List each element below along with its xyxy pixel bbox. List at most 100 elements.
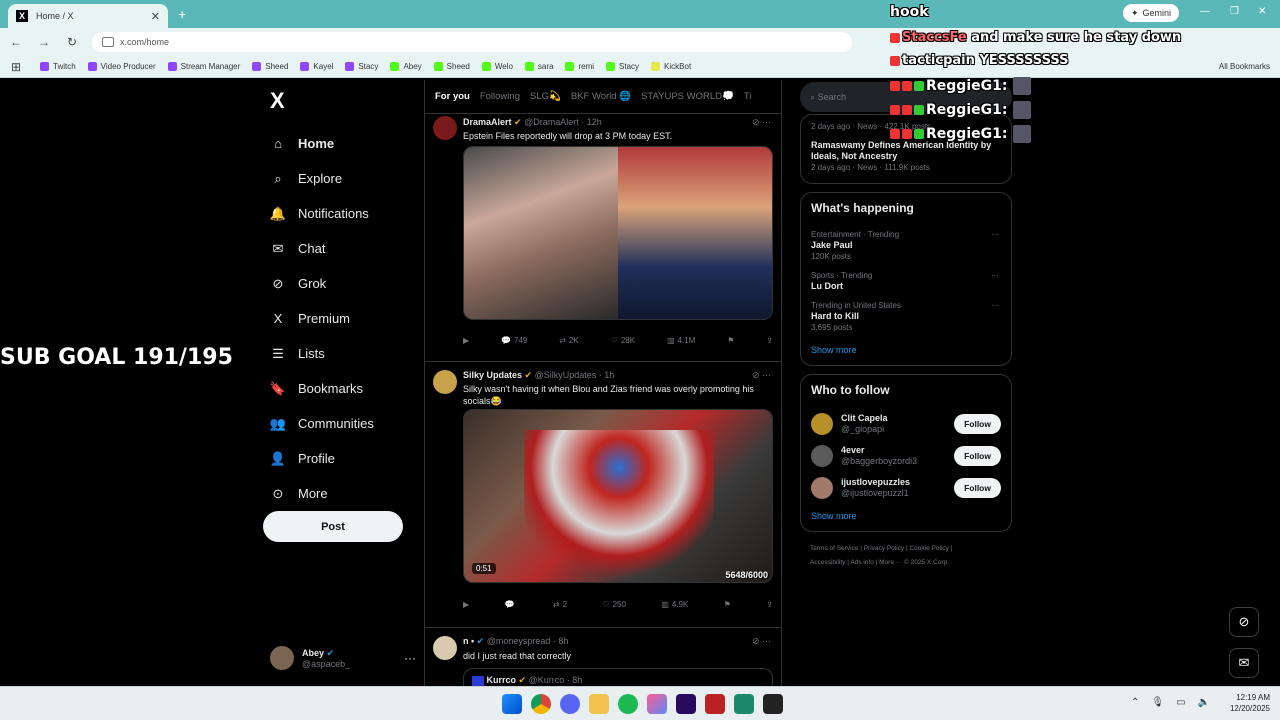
follow-button[interactable]: Follow	[954, 414, 1001, 434]
tab-close-icon[interactable]: ✕	[151, 10, 160, 23]
like-button[interactable]: ♡ 28K	[611, 336, 635, 345]
tab-bkf-world[interactable]: BKF World 🌐	[571, 91, 631, 102]
volume-icon[interactable]: 🔈	[1198, 697, 1210, 708]
tweet-author[interactable]: Silky Updates	[463, 370, 522, 380]
grok-icon[interactable]: ⊘	[752, 117, 760, 127]
retweet-button[interactable]: ⇄ 2K	[559, 336, 579, 345]
tweet-author[interactable]: n •	[463, 636, 474, 646]
nav-item-premium[interactable]: X Premium	[266, 301, 416, 336]
address-bar[interactable]: x.com/home	[92, 32, 852, 52]
minimize-icon[interactable]: —	[1200, 6, 1210, 17]
tab-slg[interactable]: SLG💫	[530, 91, 561, 102]
spotify-icon[interactable]	[618, 694, 638, 714]
tab-ti[interactable]: Ti	[744, 91, 752, 102]
tab-for-you[interactable]: For you	[435, 91, 470, 102]
follow-suggestion[interactable]: 4ever @baggerboyzordi3 Follow	[811, 445, 1001, 467]
news-item[interactable]: Ramaswamy Defines American Identity by I…	[811, 140, 1001, 173]
trend-more-icon[interactable]: ···	[991, 270, 999, 281]
reload-icon[interactable]: ↻	[60, 35, 84, 49]
back-icon[interactable]: ←	[4, 35, 28, 49]
apps-grid-icon[interactable]: ⊞	[4, 60, 28, 74]
follow-suggestion[interactable]: Clit Capela @_glopapi Follow	[811, 413, 1001, 435]
app-icon[interactable]	[763, 694, 783, 714]
avatar[interactable]	[811, 477, 833, 499]
chrome-icon[interactable]	[531, 694, 551, 714]
tweet-image[interactable]	[463, 146, 773, 320]
suggestion-name[interactable]: ijustlovepuzzles	[841, 477, 910, 487]
nav-item-bookmarks[interactable]: 🔖 Bookmarks	[266, 371, 416, 406]
account-switcher[interactable]: Abey ✔ @aspaceb_ ···	[270, 646, 416, 670]
mic-icon[interactable]: 🎙	[1151, 697, 1164, 708]
tweet-more-icon[interactable]: ···	[762, 636, 771, 646]
tweet[interactable]: n • ✔ @moneyspread · 8h ⊘ ··· did I just…	[425, 628, 781, 686]
bookmark-item[interactable]: remi	[565, 62, 594, 71]
reply-button[interactable]: 💬	[505, 600, 518, 609]
tweet-avatar[interactable]	[433, 116, 457, 140]
bookmark-item[interactable]: Sheed	[433, 62, 470, 71]
tweet-more-icon[interactable]: ···	[762, 117, 771, 127]
all-bookmarks-button[interactable]: All Bookmarks	[1219, 62, 1270, 71]
grok-icon[interactable]: ⊘	[752, 636, 760, 646]
network-icon[interactable]: ▭	[1176, 697, 1185, 708]
tab-stayups-world[interactable]: STAYUPS WORLD💭	[641, 91, 734, 102]
bookmark-icon[interactable]: ⚑	[727, 336, 734, 345]
grok-fab-icon[interactable]: ⊘	[1229, 607, 1259, 637]
bookmark-item[interactable]: Stacy	[606, 62, 639, 71]
tab-following[interactable]: Following	[480, 91, 520, 102]
footer-line[interactable]: Accessibility | Ads info | More ··· © 20…	[810, 556, 1012, 570]
forward-icon[interactable]: →	[32, 35, 56, 49]
show-more-link[interactable]: Show more	[811, 511, 1001, 521]
tweet-avatar[interactable]	[433, 636, 457, 660]
bookmark-item[interactable]: Sheed	[252, 62, 288, 71]
nav-item-lists[interactable]: ☰ Lists	[266, 336, 416, 371]
video-play-icon[interactable]: ▶	[463, 600, 469, 609]
nav-item-grok[interactable]: ⊘ Grok	[266, 266, 416, 301]
nav-item-communities[interactable]: 👥 Communities	[266, 406, 416, 441]
video-play-icon[interactable]: ▶	[463, 336, 469, 345]
bookmark-icon[interactable]: ⚑	[724, 600, 731, 609]
premiere-icon[interactable]	[676, 694, 696, 714]
follow-button[interactable]: Follow	[954, 446, 1001, 466]
bookmark-item[interactable]: Welo	[481, 62, 513, 71]
bookmark-item[interactable]: Twitch	[40, 62, 76, 71]
follow-suggestion[interactable]: ijustlovepuzzles @ijustlovepuzzl1 Follow	[811, 477, 1001, 499]
window-close-icon[interactable]: ✕	[1258, 6, 1266, 17]
bookmark-item[interactable]: Stacy	[345, 62, 378, 71]
views-button[interactable]: ▥ 4.9K	[661, 600, 688, 609]
quoted-tweet[interactable]: Kurrco ✔ @Kurrco · 8h	[463, 668, 773, 686]
reply-button[interactable]: 💬 749	[501, 336, 527, 345]
footer-line[interactable]: Terms of Service | Privacy Policy | Cook…	[810, 542, 1012, 556]
app-icon[interactable]	[705, 694, 725, 714]
share-icon[interactable]: ⇪	[766, 336, 773, 345]
app-icon[interactable]	[647, 694, 667, 714]
tweet-author[interactable]: DramaAlert	[463, 117, 512, 127]
suggestion-name[interactable]: Clit Capela	[841, 413, 888, 423]
retweet-button[interactable]: ⇄ 2	[553, 600, 567, 609]
nav-item-more[interactable]: ⊙ More	[266, 476, 416, 511]
chevron-up-icon[interactable]: ⌃	[1131, 697, 1139, 708]
messages-fab-icon[interactable]: ✉	[1229, 648, 1259, 678]
trend-more-icon[interactable]: ···	[991, 229, 999, 240]
nav-item-explore[interactable]: ⌕ Explore	[266, 161, 416, 196]
file-explorer-icon[interactable]	[589, 694, 609, 714]
trend-more-icon[interactable]: ···	[991, 300, 999, 311]
nav-item-notifications[interactable]: 🔔 Notifications	[266, 196, 416, 231]
suggestion-name[interactable]: 4ever	[841, 445, 865, 455]
gemini-button[interactable]: ✦ Gemini	[1123, 4, 1180, 22]
start-icon[interactable]	[502, 694, 522, 714]
post-button[interactable]: Post	[263, 511, 403, 542]
show-more-link[interactable]: Show more	[811, 345, 1001, 355]
bookmark-item[interactable]: KickBot	[651, 62, 691, 71]
tweet-avatar[interactable]	[433, 370, 457, 394]
avatar[interactable]	[811, 413, 833, 435]
bookmark-item[interactable]: sara	[524, 62, 553, 71]
like-button[interactable]: ♡ 250	[602, 600, 626, 609]
site-info-icon[interactable]	[102, 37, 114, 47]
app-icon[interactable]	[734, 694, 754, 714]
trend-item[interactable]: Sports · Trending Lu Dort ···	[811, 270, 1001, 292]
trend-item[interactable]: Trending in United States Hard to Kill 3,6…	[811, 300, 1001, 333]
more-options-icon[interactable]: ···	[404, 651, 416, 665]
nav-item-chat[interactable]: ✉ Chat	[266, 231, 416, 266]
clock[interactable]: 12:19 AM 12/20/2025	[1230, 692, 1270, 714]
x-logo-icon[interactable]: X	[270, 88, 416, 114]
